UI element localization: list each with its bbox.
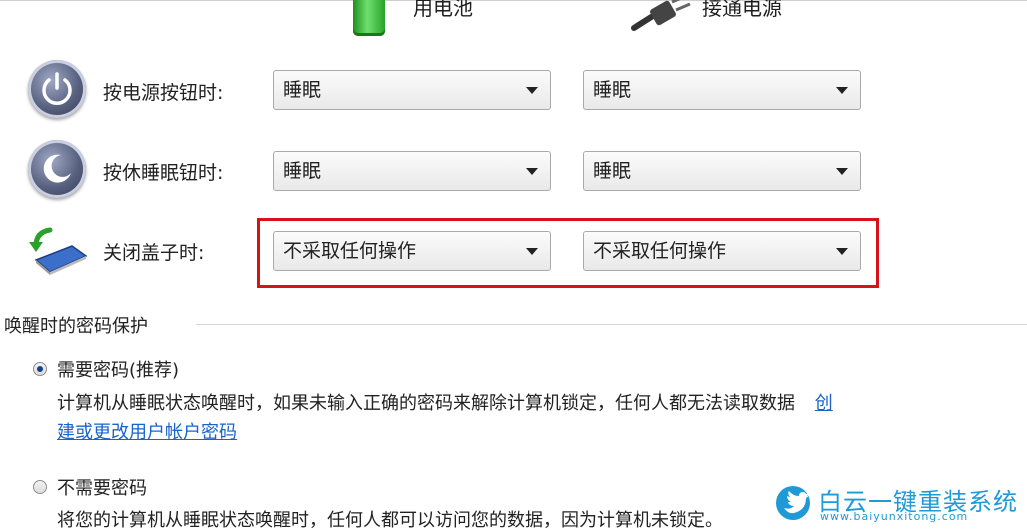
- battery-column-label: 用电池: [413, 0, 473, 20]
- dropdown-value: 睡眠: [283, 160, 322, 182]
- sleep-button-icon: [28, 140, 86, 198]
- laptop-lid-icon: [28, 220, 90, 276]
- sleep-button-label: 按休睡眠钮时:: [103, 162, 224, 184]
- no-password-description: 将您的计算机从睡眠状态唤醒时，任何人都可以访问您的数据，因为计算机未锁定。: [57, 510, 723, 531]
- power-button-plugged-dropdown[interactable]: 睡眠: [583, 70, 861, 110]
- chevron-down-icon: [526, 87, 538, 94]
- power-button-battery-dropdown[interactable]: 睡眠: [273, 70, 551, 110]
- battery-column-header: 用电池: [353, 0, 473, 36]
- close-lid-label: 关闭盖子时:: [103, 242, 205, 264]
- require-password-label[interactable]: 需要密码(推荐): [57, 356, 179, 382]
- plugged-column-label: 接通电源: [702, 0, 782, 20]
- section-title: 唤醒时的密码保护: [4, 316, 148, 337]
- sleep-button-battery-dropdown[interactable]: 睡眠: [273, 151, 551, 191]
- top-border: [0, 0, 1027, 1]
- sleep-button-plugged-dropdown[interactable]: 睡眠: [583, 151, 861, 191]
- section-divider: [196, 324, 1027, 325]
- description-text: 计算机从睡眠状态唤醒时，如果未输入正确的密码来解除计算机锁定，任何人都无法读取数…: [57, 393, 795, 414]
- setting-row-sleep-button: 按休睡眠钮时: 睡眠 睡眠: [0, 140, 1027, 206]
- plugged-column-header: 接通电源: [630, 0, 782, 32]
- require-password-description: 计算机从睡眠状态唤醒时，如果未输入正确的密码来解除计算机锁定，任何人都无法读取数…: [57, 389, 833, 415]
- chevron-down-icon: [836, 168, 848, 175]
- twitter-bird-icon: [776, 486, 810, 520]
- chevron-down-icon: [836, 87, 848, 94]
- dropdown-value: 睡眠: [283, 79, 322, 101]
- power-button-icon: [28, 60, 86, 118]
- setting-row-power-button: 按电源按钮时: 睡眠 睡眠: [0, 60, 1027, 126]
- chevron-down-icon: [526, 168, 538, 175]
- change-password-link-start[interactable]: 创: [815, 393, 833, 414]
- battery-icon: [353, 0, 385, 36]
- change-password-link-row: 建或更改用户帐户密码: [57, 418, 237, 444]
- no-password-label[interactable]: 不需要密码: [57, 474, 147, 500]
- power-button-label: 按电源按钮时:: [103, 82, 224, 104]
- require-password-radio[interactable]: [33, 362, 47, 376]
- power-plug-icon: [630, 0, 692, 32]
- dropdown-value: 睡眠: [593, 79, 632, 101]
- watermark: 白云一键重装系统 www.baiyunxitong.com: [776, 484, 1027, 530]
- change-password-link[interactable]: 建或更改用户帐户密码: [57, 422, 237, 443]
- watermark-url: www.baiyunxitong.com: [820, 510, 969, 523]
- highlight-box: [257, 218, 879, 288]
- dropdown-value: 睡眠: [593, 160, 632, 182]
- no-password-radio[interactable]: [33, 480, 47, 494]
